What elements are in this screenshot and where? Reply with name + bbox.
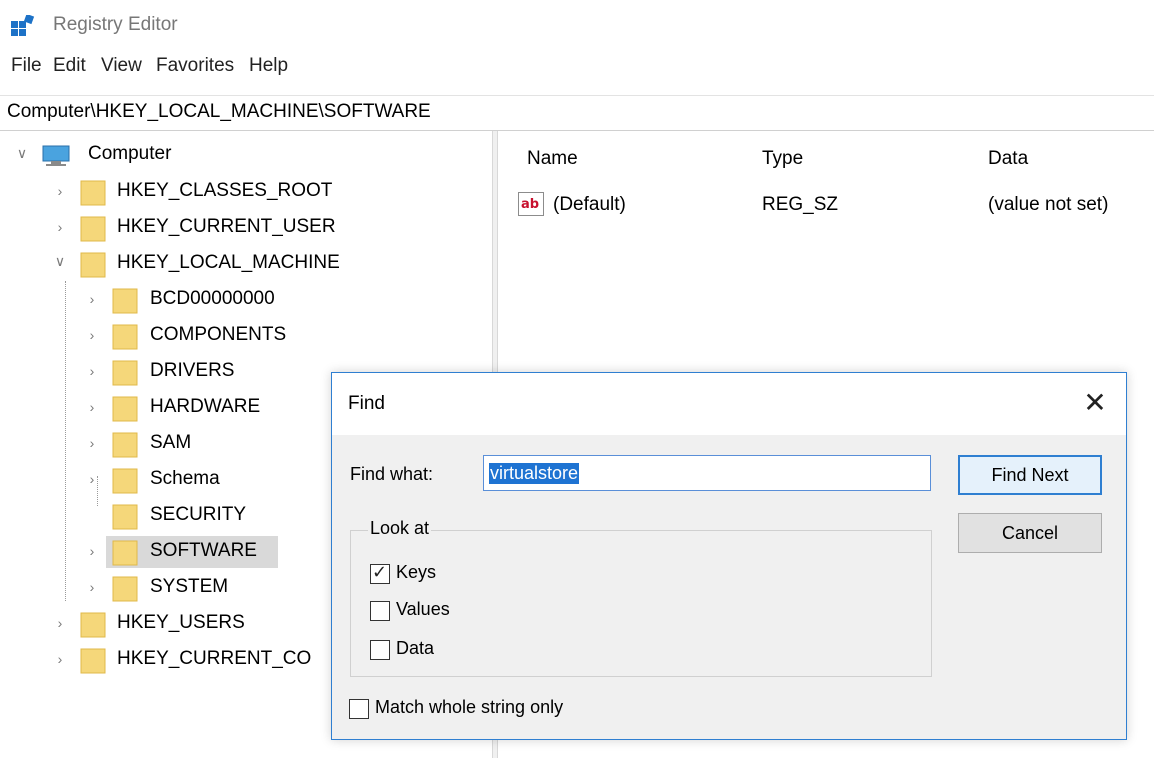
tree-item-hkey-current-user[interactable]: › HKEY_CURRENT_USER (0, 211, 490, 245)
tree-label: HKEY_CLASSES_ROOT (117, 180, 333, 201)
find-what-label: Find what: (350, 464, 434, 484)
folder-icon (80, 252, 106, 278)
chevron-right-icon[interactable]: › (52, 219, 68, 235)
tree-label: HARDWARE (150, 396, 261, 417)
chevron-right-icon[interactable]: › (52, 183, 68, 199)
folder-icon (112, 576, 138, 602)
checkbox-box[interactable]: ✓ (370, 562, 390, 584)
menu-help[interactable]: Help (249, 55, 288, 77)
folder-icon (80, 180, 106, 206)
chevron-right-icon[interactable]: › (84, 363, 100, 379)
tree-label: COMPONENTS (150, 324, 287, 345)
chevron-right-icon[interactable]: › (84, 579, 100, 595)
window-titlebar: Registry Editor (0, 0, 1154, 46)
folder-icon (112, 396, 138, 422)
registry-editor-icon (11, 15, 35, 36)
chevron-right-icon[interactable]: › (52, 651, 68, 667)
data-checkbox[interactable]: Data (370, 638, 570, 666)
value-name[interactable]: (Default) (553, 194, 626, 216)
folder-icon (80, 648, 106, 674)
string-value-icon: ab (518, 192, 544, 216)
tree-label: SECURITY (150, 504, 247, 525)
find-next-button[interactable]: Find Next (958, 455, 1102, 495)
address-bar[interactable]: Computer\HKEY_LOCAL_MACHINE\SOFTWARE (0, 95, 1154, 131)
tree-item-computer[interactable]: ∨ Computer (0, 139, 490, 173)
checkbox-label: Keys (396, 562, 437, 582)
chevron-right-icon[interactable]: › (84, 327, 100, 343)
find-dialog: Find ✕ Find what: virtualstore Find Next… (331, 372, 1127, 740)
chevron-right-icon[interactable]: › (84, 399, 100, 415)
tree-label: HKEY_CURRENT_USER (117, 216, 336, 237)
checkbox-label: Match whole string only (375, 697, 564, 717)
menu-edit[interactable]: Edit (53, 55, 86, 77)
tree-label: HKEY_USERS (117, 612, 245, 633)
window-title: Registry Editor (53, 14, 178, 35)
tree-item-hkey-local-machine[interactable]: ∨ HKEY_LOCAL_MACHINE (0, 247, 490, 281)
find-what-value: virtualstore (489, 463, 580, 484)
tree-label: BCD00000000 (150, 288, 275, 309)
folder-icon (112, 504, 138, 530)
value-data: (value not set) (988, 194, 1109, 215)
menu-view[interactable]: View (101, 55, 142, 77)
column-header-data[interactable]: Data (988, 148, 1028, 170)
chevron-down-icon[interactable]: ∨ (14, 145, 30, 161)
look-at-label: Look at (368, 518, 432, 539)
tree-label: Schema (150, 468, 220, 489)
chevron-right-icon[interactable]: › (52, 615, 68, 631)
value-type: REG_SZ (762, 194, 839, 215)
tree-item-bcd00000000[interactable]: › BCD00000000 (0, 283, 490, 317)
tree-label: DRIVERS (150, 360, 235, 381)
checkbox-box[interactable] (349, 699, 369, 719)
checkbox-label: Data (396, 638, 435, 658)
chevron-right-icon[interactable]: › (84, 471, 100, 487)
folder-icon (112, 360, 138, 386)
dialog-titlebar[interactable]: Find ✕ (332, 373, 1126, 435)
svg-text:ab: ab (521, 197, 539, 212)
folder-icon (112, 324, 138, 350)
tree-label: HKEY_LOCAL_MACHINE (117, 252, 340, 273)
match-whole-string-checkbox[interactable]: Match whole string only (349, 697, 649, 725)
checkbox-label: Values (396, 599, 450, 619)
cancel-button[interactable]: Cancel (958, 513, 1102, 553)
tree-label: SAM (150, 432, 192, 453)
tree-label: HKEY_CURRENT_CO (117, 648, 312, 669)
tree-label: SYSTEM (150, 576, 229, 597)
chevron-right-icon[interactable]: › (84, 435, 100, 451)
address-path: Computer\HKEY_LOCAL_MACHINE\SOFTWARE (7, 101, 431, 122)
chevron-right-icon[interactable]: › (84, 291, 100, 307)
column-header-name[interactable]: Name (527, 148, 578, 170)
menu-favorites[interactable]: Favorites (156, 55, 234, 77)
checkbox-box[interactable] (370, 640, 390, 660)
tree-label: Computer (88, 143, 172, 164)
column-header-type[interactable]: Type (762, 148, 803, 170)
checkbox-box[interactable] (370, 601, 390, 621)
menu-file[interactable]: File (11, 55, 42, 77)
folder-icon (112, 288, 138, 314)
chevron-right-icon[interactable]: › (84, 543, 100, 559)
folder-icon (80, 216, 106, 242)
close-icon[interactable]: ✕ (1078, 386, 1112, 420)
values-checkbox[interactable]: Values (370, 599, 570, 627)
chevron-down-icon[interactable]: ∨ (52, 253, 68, 269)
menu-bar: File Edit View Favorites Help (0, 55, 1154, 85)
find-what-input[interactable]: virtualstore (483, 455, 931, 491)
folder-icon (112, 468, 138, 494)
keys-checkbox[interactable]: ✓ Keys (370, 562, 570, 590)
dialog-title: Find (348, 393, 385, 414)
folder-icon (112, 432, 138, 458)
tree-item-hkey-classes-root[interactable]: › HKEY_CLASSES_ROOT (0, 175, 490, 209)
tree-label: SOFTWARE (150, 540, 257, 561)
tree-item-components[interactable]: › COMPONENTS (0, 319, 490, 353)
folder-icon (80, 612, 106, 638)
checkmark-icon: ✓ (372, 562, 388, 582)
folder-icon (112, 540, 138, 566)
computer-icon (42, 145, 70, 166)
